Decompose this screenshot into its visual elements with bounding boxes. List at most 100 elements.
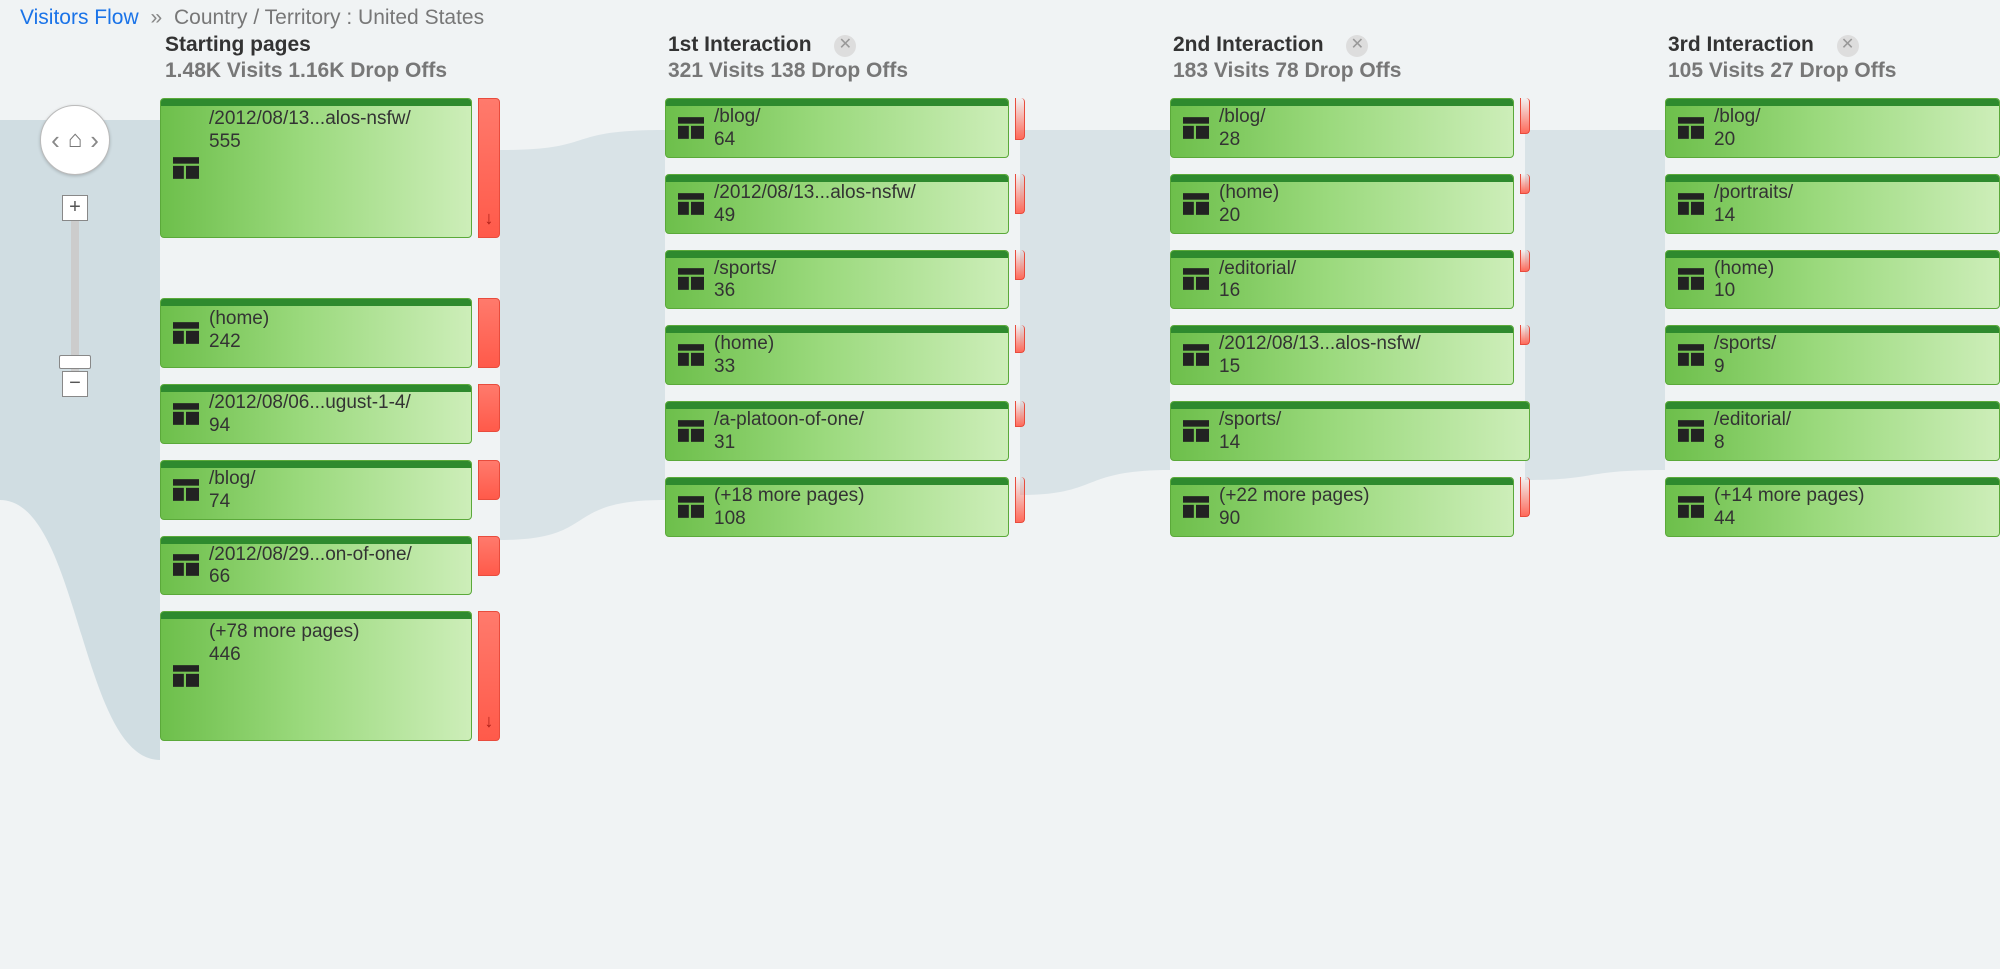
flow-node-tile[interactable]: /sports/36 bbox=[665, 250, 1009, 310]
flow-node[interactable]: /portraits/14 bbox=[1665, 174, 2000, 234]
zoom-in-button[interactable]: + bbox=[62, 195, 88, 221]
flow-node-label: /blog/ bbox=[714, 105, 996, 129]
flow-node[interactable]: (home)33 bbox=[665, 325, 1025, 385]
zoom-out-button[interactable]: − bbox=[62, 371, 88, 397]
flow-node-tile[interactable]: /a-platoon-of-one/31 bbox=[665, 401, 1009, 461]
flow-node-tile[interactable]: /portraits/14 bbox=[1665, 174, 2000, 234]
flow-node-value: 9 bbox=[1714, 356, 1987, 378]
dropoff-bar bbox=[1520, 325, 1530, 345]
column-subtitle: 1.48K Visits 1.16K Drop Offs bbox=[165, 59, 447, 83]
remove-column-button[interactable]: ✕ bbox=[1346, 35, 1368, 57]
flow-node[interactable]: /blog/28 bbox=[1170, 98, 1530, 158]
flow-node-tile[interactable]: /sports/14 bbox=[1170, 401, 1530, 461]
column-subtitle: 105 Visits 27 Drop Offs bbox=[1668, 59, 1896, 83]
flow-node-tile[interactable]: /sports/9 bbox=[1665, 325, 2000, 385]
flow-node-label: (+22 more pages) bbox=[1219, 484, 1501, 508]
flow-node-tile[interactable]: (+18 more pages)108 bbox=[665, 477, 1009, 537]
pan-control[interactable]: ‹ ⌂ › bbox=[40, 105, 110, 175]
flow-node-topbar bbox=[1666, 478, 1999, 485]
flow-node-tile[interactable]: /2012/08/29...on-of-one/66 bbox=[160, 536, 472, 596]
flow-node-value: 16 bbox=[1219, 280, 1501, 302]
flow-column-2: /blog/28 (home)20/editorial/16/2012/08/13… bbox=[1170, 98, 1530, 553]
column-header-2: 2nd Interaction ✕ 183 Visits 78 Drop Off… bbox=[1173, 33, 1401, 83]
dropoff-bar bbox=[478, 298, 500, 368]
breadcrumb-separator: » bbox=[150, 6, 162, 29]
flow-node-topbar bbox=[161, 612, 471, 619]
home-icon[interactable]: ⌂ bbox=[68, 126, 83, 154]
flow-node-tile[interactable]: /blog/64 bbox=[665, 98, 1009, 158]
flow-node-tile[interactable]: (home)10 bbox=[1665, 250, 2000, 310]
flow-node[interactable]: /2012/08/13...alos-nsfw/15 bbox=[1170, 325, 1530, 385]
flow-node-tile[interactable]: /blog/74 bbox=[160, 460, 472, 520]
flow-node-label: /portraits/ bbox=[1714, 181, 1987, 205]
page-icon bbox=[1678, 268, 1704, 290]
page-icon bbox=[1183, 268, 1209, 290]
flow-node-tile[interactable]: /blog/20 bbox=[1665, 98, 2000, 158]
flow-node-tile[interactable]: (+22 more pages)90 bbox=[1170, 477, 1514, 537]
flow-node-label: /sports/ bbox=[1219, 408, 1517, 432]
remove-column-button[interactable]: ✕ bbox=[834, 35, 856, 57]
page-icon bbox=[1183, 344, 1209, 366]
pan-prev-icon[interactable]: ‹ bbox=[51, 125, 60, 156]
dropoff-bar bbox=[1015, 98, 1025, 140]
flow-node-label: /editorial/ bbox=[1219, 257, 1501, 281]
flow-node[interactable]: /2012/08/13...alos-nsfw/555↓ bbox=[160, 98, 500, 238]
flow-node-tile[interactable]: (home)20 bbox=[1170, 174, 1514, 234]
page-icon bbox=[678, 268, 704, 290]
flow-node[interactable]: /sports/36 bbox=[665, 250, 1025, 310]
dropoff-bar bbox=[478, 460, 500, 500]
flow-node-tile[interactable]: /2012/08/06...ugust-1-4/94 bbox=[160, 384, 472, 444]
flow-node-tile[interactable]: /blog/28 bbox=[1170, 98, 1514, 158]
flow-node[interactable]: /2012/08/13...alos-nsfw/49 bbox=[665, 174, 1025, 234]
flow-node-value: 49 bbox=[714, 205, 996, 227]
flow-node[interactable]: /blog/20 bbox=[1665, 98, 2000, 158]
flow-node[interactable]: (+18 more pages)108 bbox=[665, 477, 1025, 537]
flow-node-label: (home) bbox=[1219, 181, 1501, 205]
flow-column-3: /blog/20/portraits/14 (home)10/sports/9/e… bbox=[1665, 98, 2000, 553]
zoom-slider[interactable]: + − bbox=[62, 195, 88, 397]
flow-node[interactable]: (+22 more pages)90 bbox=[1170, 477, 1530, 537]
breadcrumb-dimension-value: United States bbox=[358, 6, 484, 29]
flow-node-tile[interactable]: (home)33 bbox=[665, 325, 1009, 385]
flow-node[interactable]: /editorial/16 bbox=[1170, 250, 1530, 310]
zoom-track[interactable] bbox=[71, 221, 79, 371]
flow-node-tile[interactable]: (+78 more pages)446 bbox=[160, 611, 472, 741]
breadcrumb-root-link[interactable]: Visitors Flow bbox=[20, 6, 139, 29]
flow-node-tile[interactable]: (+14 more pages)44 bbox=[1665, 477, 2000, 537]
dropoff-arrow-icon: ↓ bbox=[485, 711, 494, 732]
flow-node[interactable]: /2012/08/29...on-of-one/66 bbox=[160, 536, 500, 596]
flow-node-tile[interactable]: /editorial/8 bbox=[1665, 401, 2000, 461]
flow-node-value: 14 bbox=[1714, 205, 1987, 227]
flow-node[interactable]: /sports/14 bbox=[1170, 401, 1530, 461]
flow-node-tile[interactable]: /editorial/16 bbox=[1170, 250, 1514, 310]
pan-next-icon[interactable]: › bbox=[90, 125, 99, 156]
flow-node[interactable]: (+78 more pages)446 ↓ bbox=[160, 611, 500, 741]
flow-node-topbar bbox=[1171, 478, 1513, 485]
flow-node[interactable]: /editorial/8 bbox=[1665, 401, 2000, 461]
flow-node-topbar bbox=[161, 99, 471, 106]
flow-node-topbar bbox=[1666, 175, 1999, 182]
flow-node-tile[interactable]: /2012/08/13...alos-nsfw/49 bbox=[665, 174, 1009, 234]
flow-node[interactable]: (home)242 bbox=[160, 298, 500, 368]
flow-node[interactable]: (home)10 bbox=[1665, 250, 2000, 310]
dropoff-bar bbox=[1015, 174, 1025, 214]
dropoff-bar bbox=[1520, 174, 1530, 194]
remove-column-button[interactable]: ✕ bbox=[1837, 35, 1859, 57]
flow-node-tile[interactable]: /2012/08/13...alos-nsfw/15 bbox=[1170, 325, 1514, 385]
zoom-handle[interactable] bbox=[59, 355, 91, 369]
flow-node[interactable]: (+14 more pages)44 bbox=[1665, 477, 2000, 537]
flow-node-tile[interactable]: /2012/08/13...alos-nsfw/555 bbox=[160, 98, 472, 238]
flow-node[interactable]: (home)20 bbox=[1170, 174, 1530, 234]
flow-node[interactable]: /sports/9 bbox=[1665, 325, 2000, 385]
dropoff-bar bbox=[478, 384, 500, 432]
flow-node-label: /2012/08/13...alos-nsfw/ bbox=[714, 181, 996, 205]
flow-node-label: /sports/ bbox=[1714, 332, 1987, 356]
flow-node[interactable]: /2012/08/06...ugust-1-4/94 bbox=[160, 384, 500, 444]
flow-node[interactable]: /blog/74 bbox=[160, 460, 500, 520]
column-header-3: 3rd Interaction ✕ 105 Visits 27 Drop Off… bbox=[1668, 33, 1896, 83]
flow-node[interactable]: /blog/64 bbox=[665, 98, 1025, 158]
flow-node[interactable]: /a-platoon-of-one/31 bbox=[665, 401, 1025, 461]
column-subtitle: 183 Visits 78 Drop Offs bbox=[1173, 59, 1401, 83]
flow-node-tile[interactable]: (home)242 bbox=[160, 298, 472, 368]
column-header-1: 1st Interaction ✕ 321 Visits 138 Drop Of… bbox=[668, 33, 908, 83]
